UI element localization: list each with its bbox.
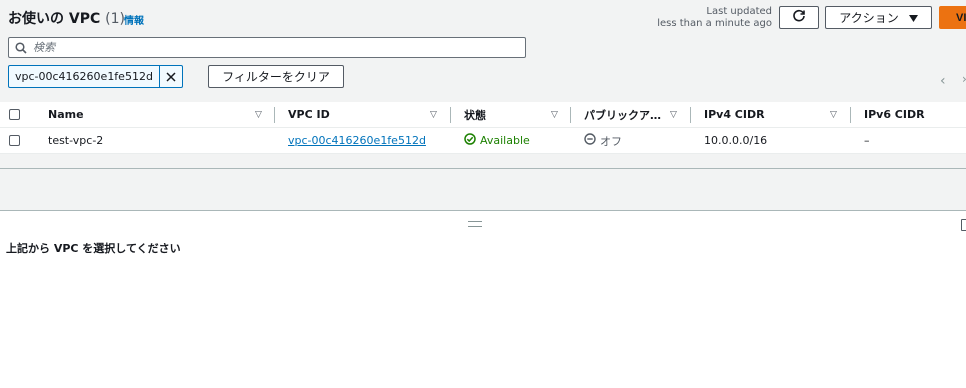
filter-token: vpc-00c416260e1fe512d [8,65,183,88]
search-icon [15,41,27,54]
column-header-ipv4-cidr[interactable]: IPv4 CIDR [704,102,765,127]
sort-icon[interactable]: ▽ [551,110,558,120]
cell-name: test-vpc-2 [48,134,104,147]
public-access-label: オフ [600,134,622,148]
sort-icon[interactable]: ▽ [430,110,437,120]
select-all-checkbox[interactable] [9,102,20,127]
column-divider[interactable] [690,107,691,123]
vpc-id-link[interactable]: vpc-00c416260e1fe512d [288,134,426,147]
create-vpc-button[interactable]: VI [939,6,966,29]
last-updated-value: less than a minute ago [657,18,772,29]
vpc-count: (1) [105,11,125,27]
vpc-table: Name ▽ VPC ID ▽ 状態 ▽ パブリックア… ▽ IPv4 CIDR… [0,102,966,154]
empty-table-area [0,168,966,211]
info-link[interactable]: 情報 [124,12,144,27]
caret-down-icon [908,11,918,25]
clear-filters-button[interactable]: フィルターをクリア [208,65,344,88]
page-title-text: お使いの VPC [8,11,101,27]
resize-handle-icon[interactable] [468,221,482,227]
actions-label: アクション [839,11,899,25]
column-header-public-access[interactable]: パブリックア… [584,102,661,127]
column-header-name[interactable]: Name [48,102,84,127]
chevron-right-icon[interactable]: › [962,72,966,86]
sort-icon[interactable]: ▽ [670,110,677,120]
cell-ipv4-cidr: 10.0.0.0/16 [704,134,768,147]
cell-state: Available [464,128,530,153]
panel-toggle-icon[interactable] [961,219,966,231]
search-input[interactable] [33,41,493,54]
column-divider[interactable] [850,107,851,123]
column-divider[interactable] [570,107,571,123]
column-header-vpc-id[interactable]: VPC ID [288,102,330,127]
search-field[interactable] [8,37,526,58]
refresh-icon [792,9,806,27]
filter-token-label: vpc-00c416260e1fe512d [15,70,153,83]
remove-filter-button[interactable] [158,66,182,87]
column-header-state[interactable]: 状態 [464,102,486,127]
sort-icon[interactable]: ▽ [255,110,262,120]
row-checkbox[interactable] [9,128,20,153]
cell-vpc-id: vpc-00c416260e1fe512d [288,128,426,153]
table-header: Name ▽ VPC ID ▽ 状態 ▽ パブリックア… ▽ IPv4 CIDR… [0,102,966,128]
sort-icon[interactable]: ▽ [830,110,837,120]
refresh-button[interactable] [779,6,819,29]
column-divider[interactable] [274,107,275,123]
state-label: Available [480,134,530,147]
column-header-ipv6-cidr[interactable]: IPv6 CIDR [864,102,925,127]
last-updated-label: Last updated [706,6,772,17]
check-circle-icon [464,133,476,148]
page-title: お使いの VPC (1) [8,8,125,28]
actions-dropdown-button[interactable]: アクション [825,6,932,29]
last-updated: Last updated less than a minute ago [657,6,772,30]
column-divider[interactable] [450,107,451,123]
details-empty-message: 上記から VPC を選択してください [6,242,181,255]
table-row[interactable]: test-vpc-2 vpc-00c416260e1fe512d Availab… [0,128,966,154]
cell-ipv6-cidr: – [864,134,870,147]
close-icon [166,71,176,82]
cell-public-access: オフ [584,128,622,153]
minus-circle-icon [584,133,596,148]
chevron-left-icon[interactable]: ‹ [940,73,946,89]
